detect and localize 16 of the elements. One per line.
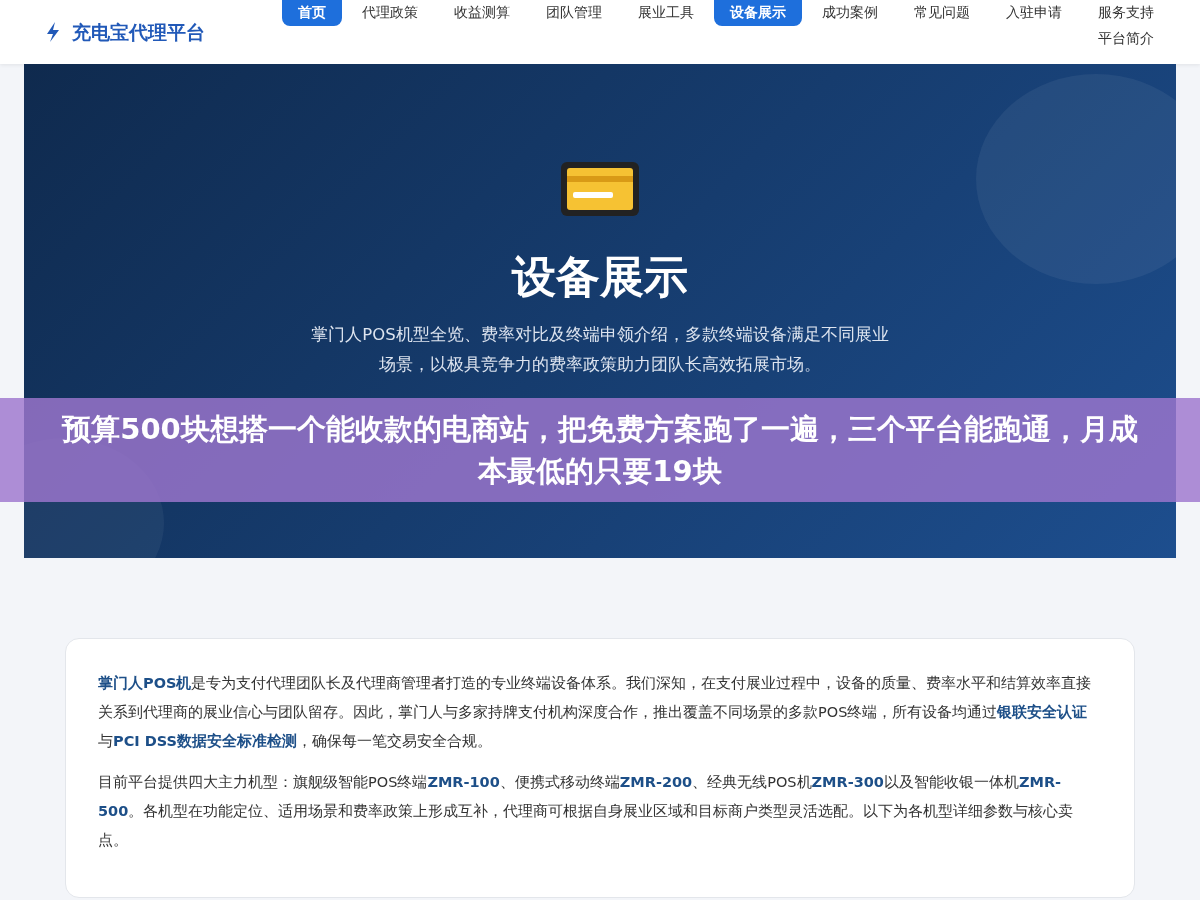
hero-title: 设备展示	[512, 250, 688, 304]
nav-tab[interactable]: 入驻申请	[990, 0, 1078, 26]
nav-tab[interactable]: 展业工具	[622, 0, 710, 26]
nav-tab[interactable]: 代理政策	[346, 0, 434, 26]
site-logo[interactable]: 充电宝代理平台	[72, 18, 205, 47]
nav-tab[interactable]: 收益测算	[438, 0, 526, 26]
intro-paragraph: 掌门人POS机是专为支付代理团队长及代理商管理者打造的专业终端设备体系。我们深知，在支付展业过程中，设备的质量、费率水平和结算效率直接关系到代理商的展业信心与团队留存。因此，掌门人与多家持牌支付机构深度合作，推出覆盖不同场景的多款POS终端，所有设备均通过银联安全认证与PCI DSS数据安全标准检测，确保每一笔交易安全合规。	[98, 674, 1093, 751]
nav-tab[interactable]: 设备展示	[714, 0, 802, 26]
nav-tab[interactable]: 常见问题	[898, 0, 986, 26]
nav-tab[interactable]: 团队管理	[530, 0, 618, 26]
credit-card-icon	[559, 160, 641, 218]
nav-tab[interactable]: 首页	[282, 0, 342, 26]
hero-subtitle: 掌门人POS机型全览、费率对比及终端申领介绍，多款终端设备满足不同展业场景，以极具竞争力的费率政策助力团队长高效拓展市场。	[310, 324, 890, 376]
headline-banner: 预算500块想搭一个能收款的电商站，把免费方案跑了一遍，三个平台能跑通，月成本最低的只要19块	[0, 398, 1200, 502]
nav-tab[interactable]: 成功案例	[806, 0, 894, 26]
intro-paragraph: 目前平台提供四大主力机型：旗舰级智能POS终端ZMR-100、便携式移动终端ZMR-200、经典无线POS机ZMR-300以及智能收银一体机ZMR-500。各机型在功能定位、适用场景和费率政策上形成互补，代理商可根据自身展业区域和目标商户类型灵活选配。以下为各机型详细参数与核心卖点。	[98, 773, 1075, 850]
